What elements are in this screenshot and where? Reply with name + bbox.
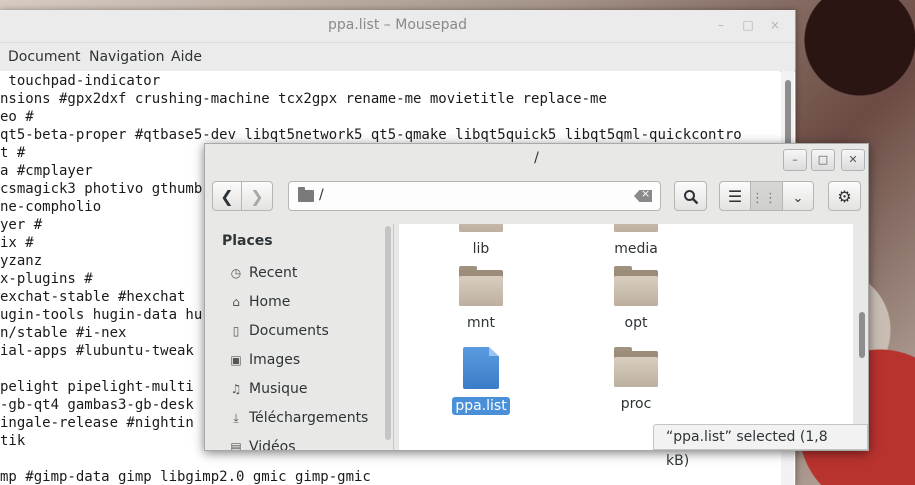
- gear-icon: ⚙: [837, 187, 852, 206]
- grid-view-button[interactable]: ⋮⋮⋮: [750, 181, 790, 211]
- sidebar-item-label: Recent: [249, 265, 298, 281]
- folder-icon: [459, 224, 503, 232]
- search-icon: [683, 190, 698, 205]
- sidebar-item-video[interactable]: ▤ Vidéos: [229, 436, 296, 450]
- text-line: eo #: [0, 109, 34, 125]
- document-icon: ▯: [232, 324, 240, 338]
- sidebar-item-document[interactable]: ▯ Documents: [229, 320, 329, 342]
- file-chooser-dialog: / – □ ✕ ❮ ❯ / × ☰ ⋮⋮⋮ ⌄ ⚙ Places ◷ Recent…: [204, 143, 869, 469]
- file-name: proc: [620, 396, 652, 412]
- sidebar-scrollbar-thumb[interactable]: [385, 226, 391, 440]
- text-line: qt5-beta-proper #qtbase5-dev libqt5netwo…: [0, 127, 742, 143]
- mousepad-menubar: Document Navigation Aide: [0, 43, 795, 72]
- file-name: mnt: [467, 315, 495, 331]
- maximize-icon[interactable]: □: [741, 18, 755, 32]
- dialog-title: /: [534, 150, 539, 166]
- file-name: ppa.list: [452, 397, 510, 415]
- home-icon: ⌂: [232, 295, 240, 309]
- clear-icon[interactable]: ×: [634, 190, 652, 202]
- sidebar-item-label: Images: [249, 352, 301, 368]
- file-item[interactable]: ppa.list: [421, 347, 541, 415]
- text-line: csmagick3 photivo gthumb: [0, 181, 203, 197]
- close-icon[interactable]: ×: [768, 18, 782, 32]
- file-name: lib: [472, 241, 490, 257]
- location-path: /: [319, 187, 324, 203]
- sidebar-item-download[interactable]: ⤓ Téléchargements: [229, 407, 368, 429]
- file-item[interactable]: opt: [576, 266, 696, 332]
- video-icon: ▤: [230, 440, 242, 450]
- text-line: ix #: [0, 235, 34, 251]
- folder-icon: [614, 224, 658, 232]
- folder-icon: [459, 266, 503, 306]
- folder-icon: [614, 347, 658, 387]
- text-line: n/stable #i-nex: [0, 325, 127, 341]
- menu-navigation[interactable]: Navigation: [89, 49, 165, 65]
- text-line: exchat-stable #hexchat: [0, 289, 186, 305]
- text-line: mp #gimp-data gimp libgimp2.0 gmic gimp-…: [0, 469, 371, 485]
- text-line: a #cmplayer: [0, 163, 93, 179]
- list-view-button[interactable]: ☰: [719, 181, 751, 211]
- file-item[interactable]: media: [576, 224, 696, 258]
- sidebar-item-label: Téléchargements: [249, 410, 369, 426]
- text-line: tik: [0, 433, 26, 449]
- minimize-icon[interactable]: –: [714, 18, 728, 32]
- search-button[interactable]: [674, 181, 707, 211]
- chevron-left-icon: ❮: [220, 187, 234, 206]
- minimize-icon[interactable]: –: [783, 149, 807, 171]
- sidebar-item-label: Home: [249, 294, 291, 310]
- file-name: opt: [624, 315, 648, 331]
- places-heading: Places: [222, 233, 273, 249]
- text-line: nsions #gpx2dxf crushing-machine tcx2gpx…: [0, 91, 607, 107]
- file-grid: lib media mnt opt ppa.list proc: [399, 224, 853, 450]
- maximize-icon[interactable]: □: [811, 149, 835, 171]
- camera-icon: ▣: [230, 353, 242, 367]
- file-item[interactable]: mnt: [421, 266, 541, 332]
- status-overlay: “ppa.list” selected (1,8 kB): [653, 424, 868, 469]
- settings-button[interactable]: ⚙: [828, 181, 861, 211]
- sidebar-item-label: Documents: [249, 323, 329, 339]
- text-line: ne-compholio: [0, 199, 102, 215]
- text-line: ial-apps #lubuntu-tweak: [0, 343, 194, 359]
- text-line: yer #: [0, 217, 43, 233]
- music-icon: ♫: [230, 382, 242, 396]
- close-icon[interactable]: ✕: [841, 149, 865, 171]
- list-view-icon: ☰: [727, 187, 743, 206]
- sidebar-item-label: Vidéos: [249, 439, 296, 450]
- sidebar-item-home[interactable]: ⌂ Home: [229, 291, 290, 313]
- folder-icon: [614, 266, 658, 306]
- chevron-right-icon: ❯: [250, 187, 264, 206]
- sidebar-item-clock[interactable]: ◷ Recent: [229, 262, 298, 284]
- menu-document[interactable]: Document: [8, 49, 81, 65]
- text-line: pelight pipelight-multi: [0, 379, 194, 395]
- menu-aide[interactable]: Aide: [171, 49, 202, 65]
- file-item[interactable]: proc: [576, 347, 696, 413]
- places-sidebar: Places ◷ Recent ⌂ Home ▯ Documents ▣ Images ♫ Mus…: [205, 224, 394, 450]
- text-line: ugin-tools hugin-data hu: [0, 307, 203, 323]
- sidebar-item-camera[interactable]: ▣ Images: [229, 349, 300, 371]
- back-button[interactable]: ❮: [212, 181, 242, 211]
- file-item[interactable]: lib: [421, 224, 541, 258]
- text-line: yzanz: [0, 253, 43, 269]
- sidebar-item-music[interactable]: ♫ Musique: [229, 378, 308, 400]
- text-line: touchpad-indicator: [0, 73, 161, 89]
- text-line: t #: [0, 145, 26, 161]
- folder-icon: [298, 187, 314, 202]
- chevron-down-icon: ⌄: [792, 191, 804, 206]
- mousepad-title: ppa.list – Mousepad: [327, 17, 468, 33]
- location-bar[interactable]: / ×: [288, 181, 661, 211]
- clock-icon: ◷: [230, 266, 242, 280]
- text-line: -gb-qt4 gambas3-gb-desk: [0, 397, 194, 413]
- text-line: x-plugins #: [0, 271, 93, 287]
- sidebar-item-label: Musique: [249, 381, 308, 397]
- view-options-button[interactable]: ⌄: [782, 181, 814, 211]
- text-line: ingale-release #nightin: [0, 415, 194, 431]
- file-name: media: [614, 241, 658, 257]
- download-icon: ⤓: [233, 411, 239, 425]
- mousepad-titlebar[interactable]: ppa.list – Mousepad – □ ×: [0, 10, 795, 43]
- grid-scrollbar-thumb[interactable]: [859, 312, 865, 358]
- file-icon: [463, 347, 499, 389]
- forward-button[interactable]: ❯: [241, 181, 273, 211]
